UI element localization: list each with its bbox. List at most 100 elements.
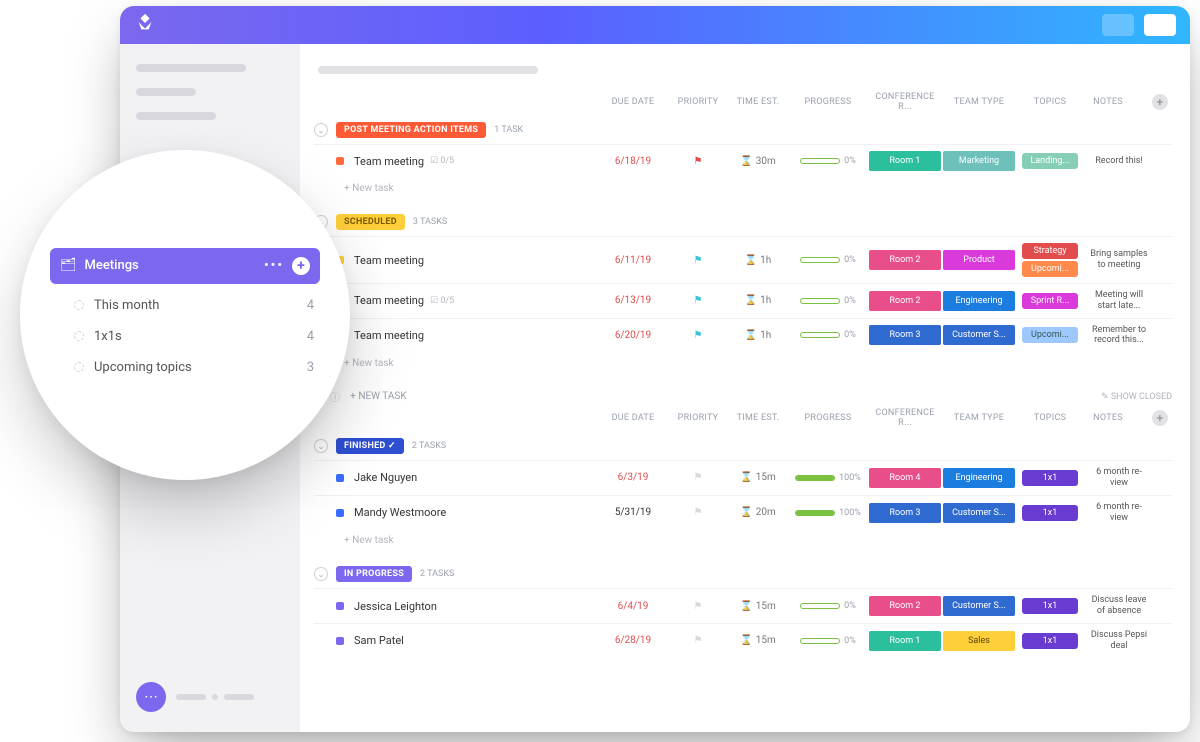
priority-flag-icon[interactable]: ⚑ bbox=[694, 472, 703, 483]
collapse-icon[interactable]: ⌄ bbox=[314, 439, 328, 453]
notes-cell[interactable]: Meeting will start late... bbox=[1084, 290, 1168, 312]
list-item[interactable]: 1x1s 4 bbox=[50, 321, 320, 352]
task-row[interactable]: Jessica Leighton 6/4/19 ⚑ ⌛15m 0% Room 2… bbox=[314, 588, 1172, 623]
topic-tag[interactable]: 1x1 bbox=[1022, 633, 1078, 649]
priority-flag-icon[interactable]: ⚑ bbox=[694, 295, 703, 306]
topbar-chip-solid[interactable] bbox=[1144, 14, 1176, 36]
task-row[interactable]: Team meeting 6/20/19 ⚑ ⌛1h 0% Room 3 Cus… bbox=[314, 318, 1172, 353]
subtask-indicator: ☑ 0/5 bbox=[430, 156, 454, 166]
topic-tag[interactable]: Sprint R... bbox=[1022, 293, 1078, 309]
show-closed-button[interactable]: ✎ SHOW CLOSED bbox=[1101, 392, 1172, 402]
conf-room-tag[interactable]: Room 2 bbox=[869, 596, 941, 616]
col-notes[interactable]: NOTES bbox=[1084, 97, 1152, 107]
priority-flag-icon[interactable]: ⚑ bbox=[694, 156, 703, 167]
col-topics[interactable]: TOPICS bbox=[1016, 97, 1084, 107]
conf-room-tag[interactable]: Room 2 bbox=[869, 250, 941, 270]
hourglass-icon: ⌛ bbox=[740, 156, 752, 167]
status-square-icon[interactable] bbox=[336, 509, 344, 517]
status-square-icon[interactable] bbox=[336, 637, 344, 645]
notes-cell[interactable]: 6 month re-view bbox=[1084, 467, 1168, 489]
new-task-top[interactable]: + NEW TASK bbox=[350, 391, 406, 402]
notes-cell[interactable]: 6 month re-view bbox=[1084, 502, 1168, 524]
team-tag[interactable]: Marketing bbox=[943, 151, 1015, 171]
folder-menu-icon[interactable]: ••• bbox=[264, 258, 284, 273]
team-tag[interactable]: Engineering bbox=[943, 291, 1015, 311]
due-date[interactable]: 6/3/19 bbox=[598, 472, 668, 483]
topic-tag[interactable]: Strategy bbox=[1022, 243, 1078, 259]
team-tag[interactable]: Customer S... bbox=[943, 503, 1015, 523]
add-column-icon[interactable]: + bbox=[1152, 410, 1168, 426]
team-tag[interactable]: Engineering bbox=[943, 468, 1015, 488]
team-tag[interactable]: Customer S... bbox=[943, 325, 1015, 345]
notes-cell[interactable]: Discuss Pepsi deal bbox=[1084, 630, 1168, 652]
info-icon[interactable]: ⓘ bbox=[330, 389, 340, 404]
add-column-icon[interactable]: + bbox=[1152, 94, 1168, 110]
priority-flag-icon[interactable]: ⚑ bbox=[694, 330, 703, 341]
list-item[interactable]: This month 4 bbox=[50, 290, 320, 321]
topic-tag[interactable]: 1x1 bbox=[1022, 505, 1078, 521]
status-pill[interactable]: SCHEDULED bbox=[336, 214, 405, 230]
due-date[interactable]: 6/20/19 bbox=[598, 330, 668, 341]
task-name: Team meeting bbox=[354, 155, 424, 168]
topic-tag[interactable]: Upcomi... bbox=[1022, 261, 1078, 277]
priority-flag-icon[interactable]: ⚑ bbox=[694, 601, 703, 612]
priority-flag-icon[interactable]: ⚑ bbox=[694, 507, 703, 518]
new-task-button[interactable]: + New task bbox=[314, 529, 1172, 556]
task-row[interactable]: Team meeting ☑ 0/5 6/18/19 ⚑ ⌛30m 0% Roo… bbox=[314, 144, 1172, 177]
conf-room-tag[interactable]: Room 1 bbox=[869, 631, 941, 651]
topic-tag[interactable]: 1x1 bbox=[1022, 598, 1078, 614]
status-square-icon[interactable] bbox=[336, 602, 344, 610]
notes-cell[interactable]: Discuss leave of absence bbox=[1084, 595, 1168, 617]
due-date[interactable]: 5/31/19 bbox=[598, 507, 668, 518]
col-team[interactable]: TEAM TYPE bbox=[942, 97, 1016, 107]
add-list-icon[interactable]: + bbox=[292, 257, 310, 275]
team-tag[interactable]: Sales bbox=[943, 631, 1015, 651]
team-tag[interactable]: Customer S... bbox=[943, 596, 1015, 616]
collapse-icon[interactable]: ⌄ bbox=[314, 123, 328, 137]
collapse-icon[interactable]: ⌄ bbox=[314, 567, 328, 581]
task-row[interactable]: Jake Nguyen 6/3/19 ⚑ ⌛15m 100% Room 4 En… bbox=[314, 460, 1172, 495]
folder-header[interactable]: 🗂 Meetings ••• + bbox=[50, 248, 320, 284]
col-priority[interactable]: PRIORITY bbox=[668, 97, 728, 107]
status-square-icon[interactable] bbox=[336, 474, 344, 482]
conf-room-tag[interactable]: Room 3 bbox=[869, 325, 941, 345]
due-date[interactable]: 6/18/19 bbox=[598, 156, 668, 167]
conf-room-tag[interactable]: Room 1 bbox=[869, 151, 941, 171]
hourglass-icon: ⌛ bbox=[745, 255, 757, 266]
chat-icon[interactable]: ⋯ bbox=[136, 682, 166, 712]
due-date[interactable]: 6/11/19 bbox=[598, 255, 668, 266]
list-item[interactable]: Upcoming topics 3 bbox=[50, 352, 320, 383]
list-label: Upcoming topics bbox=[94, 360, 297, 375]
new-task-button[interactable]: + New task bbox=[314, 177, 1172, 204]
notes-cell[interactable]: Remember to record this... bbox=[1084, 325, 1168, 347]
conf-room-tag[interactable]: Room 4 bbox=[869, 468, 941, 488]
new-task-button[interactable]: + New task bbox=[314, 352, 1172, 379]
status-pill[interactable]: IN PROGRESS bbox=[336, 566, 412, 582]
topbar-chip[interactable] bbox=[1102, 14, 1134, 36]
col-time[interactable]: TIME EST. bbox=[728, 97, 788, 107]
list-count: 4 bbox=[307, 329, 314, 344]
due-date[interactable]: 6/4/19 bbox=[598, 601, 668, 612]
task-row[interactable]: Team meeting☑ 0/5 6/13/19 ⚑ ⌛1h 0% Room … bbox=[314, 283, 1172, 318]
notes-cell[interactable]: Record this! bbox=[1084, 156, 1168, 167]
task-row[interactable]: Mandy Westmoore 5/31/19 ⚑ ⌛20m 100% Room… bbox=[314, 495, 1172, 530]
priority-flag-icon[interactable]: ⚑ bbox=[694, 255, 703, 266]
topic-tag[interactable]: Landing... bbox=[1022, 153, 1078, 169]
col-progress[interactable]: PROGRESS bbox=[788, 97, 868, 107]
status-pill[interactable]: FINISHED bbox=[336, 438, 404, 454]
topic-tag[interactable]: Upcomi... bbox=[1022, 327, 1078, 343]
notes-cell[interactable]: Bring samples to meeting bbox=[1084, 249, 1168, 271]
due-date[interactable]: 6/13/19 bbox=[598, 295, 668, 306]
status-square-icon[interactable] bbox=[336, 157, 344, 165]
task-row[interactable]: Team meeting 6/11/19 ⚑ ⌛1h 0% Room 2 Pro… bbox=[314, 236, 1172, 283]
task-row[interactable]: Sam Patel 6/28/19 ⚑ ⌛15m 0% Room 1 Sales… bbox=[314, 623, 1172, 658]
priority-flag-icon[interactable]: ⚑ bbox=[694, 635, 703, 646]
due-date[interactable]: 6/28/19 bbox=[598, 635, 668, 646]
col-due-date[interactable]: DUE DATE bbox=[598, 97, 668, 107]
team-tag[interactable]: Product bbox=[943, 250, 1015, 270]
topic-tag[interactable]: 1x1 bbox=[1022, 470, 1078, 486]
status-pill[interactable]: POST MEETING ACTION ITEMS bbox=[336, 122, 486, 138]
col-conf-room[interactable]: CONFERENCE R... bbox=[868, 92, 942, 112]
conf-room-tag[interactable]: Room 3 bbox=[869, 503, 941, 523]
conf-room-tag[interactable]: Room 2 bbox=[869, 291, 941, 311]
